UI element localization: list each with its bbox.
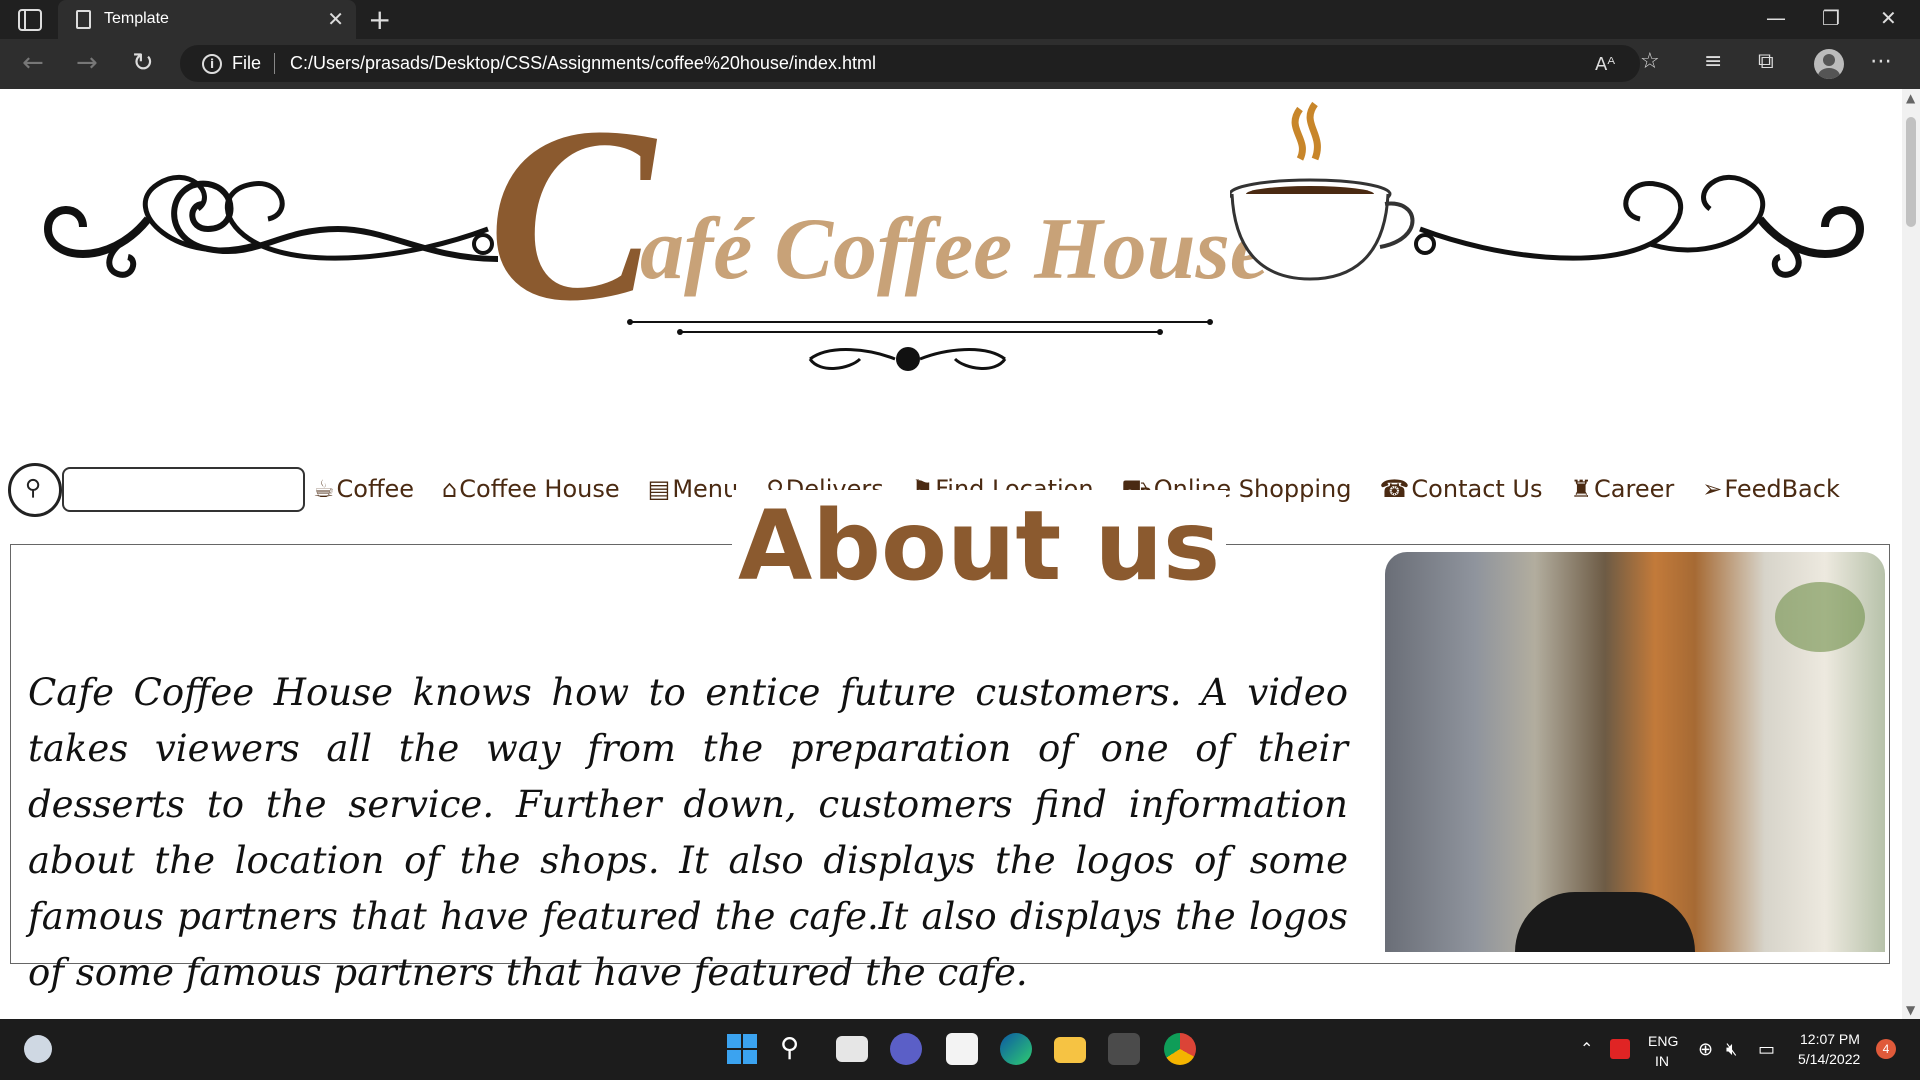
nav-label: Coffee House: [459, 475, 620, 503]
image-cup-shape: [1515, 892, 1695, 952]
file-explorer-icon[interactable]: [1054, 1037, 1086, 1063]
contact-card-icon: ☎: [1379, 475, 1410, 503]
browser-toolbar: ← → ↻ i File C:/Users/prasads/Desktop/CS…: [0, 39, 1920, 89]
tab-title: Template: [104, 10, 169, 27]
region-indicator[interactable]: IN: [1655, 1053, 1669, 1069]
url-text[interactable]: C:/Users/prasads/Desktop/CSS/Assignments…: [290, 53, 876, 74]
right-flourish-icon: [1414, 174, 1865, 278]
address-prefix: File: [232, 53, 262, 73]
image-plant-blur: [1775, 582, 1865, 652]
collections-icon[interactable]: ⧉: [1758, 49, 1774, 74]
page-viewport: C afé Coffee House ⚲ ☕ Coffee ⌂ Coffee H…: [0, 89, 1902, 1019]
logo-divider-icon: [627, 319, 1213, 371]
about-title: About us: [732, 490, 1227, 602]
chat-icon[interactable]: [890, 1033, 922, 1065]
store-app-icon[interactable]: [946, 1033, 978, 1065]
clipboard-icon: ▤: [647, 475, 671, 503]
address-bar[interactable]: i File C:/Users/prasads/Desktop/CSS/Assi…: [180, 45, 1640, 82]
tab-close-icon[interactable]: ✕: [327, 7, 344, 31]
profile-icon[interactable]: [1814, 49, 1844, 79]
store-icon: ⌂: [442, 475, 458, 503]
restore-button[interactable]: ❐: [1822, 6, 1840, 30]
tab-actions-icon[interactable]: [18, 9, 42, 31]
paper-plane-icon: ➢: [1702, 475, 1723, 503]
scroll-thumb[interactable]: [1906, 117, 1916, 227]
browser-tab[interactable]: Template ✕: [58, 0, 356, 39]
favorites-icon[interactable]: ≡: [1704, 49, 1722, 74]
windows-taskbar: ⚲ ⌃ ENG IN ⊕ 🔇︎ ▭ 12:07 PM 5/14/2022 4: [0, 1019, 1920, 1080]
coffee-cup-icon: [1230, 101, 1415, 281]
sublime-text-icon[interactable]: [1108, 1033, 1140, 1065]
start-icon[interactable]: [726, 1033, 758, 1065]
nav-label: Coffee: [336, 475, 415, 503]
network-icon[interactable]: ⊕: [1698, 1039, 1713, 1060]
page-icon: [76, 10, 91, 29]
scroll-down-icon[interactable]: ▼: [1906, 1003, 1915, 1017]
search-button[interactable]: ⚲: [8, 463, 62, 517]
logo-text: afé Coffee House: [640, 201, 1269, 298]
nav-item-coffee[interactable]: ☕ Coffee: [313, 475, 414, 503]
language-indicator[interactable]: ENG: [1648, 1033, 1678, 1049]
search-input[interactable]: [62, 467, 305, 512]
task-view-icon[interactable]: [836, 1036, 868, 1062]
nav-label: Menu: [672, 475, 739, 503]
nav-item-contact-us[interactable]: ☎ Contact Us: [1380, 475, 1543, 503]
volume-muted-icon[interactable]: 🔇︎: [1726, 1039, 1737, 1060]
chrome-icon[interactable]: [1164, 1033, 1196, 1065]
show-hidden-icons-icon[interactable]: ⌃: [1580, 1039, 1593, 1059]
tie-icon: ♜: [1570, 475, 1593, 503]
read-aloud-icon[interactable]: Aᴬ: [1595, 54, 1615, 75]
edge-icon[interactable]: [1000, 1033, 1032, 1065]
nav-item-career[interactable]: ♜ Career: [1571, 475, 1675, 503]
nav-label: Career: [1594, 475, 1675, 503]
more-icon[interactable]: ⋯: [1870, 49, 1892, 74]
page-scrollbar[interactable]: ▲ ▼: [1902, 89, 1920, 1019]
nav-item-menu[interactable]: ▤ Menu: [648, 475, 739, 503]
nav-label: FeedBack: [1724, 475, 1840, 503]
site-info-icon[interactable]: i: [202, 54, 222, 74]
battery-icon[interactable]: ▭: [1758, 1039, 1775, 1060]
nav-item-coffee-house[interactable]: ⌂ Coffee House: [442, 475, 620, 503]
browser-tab-bar: Template ✕ + — ❐ ✕: [0, 0, 1920, 39]
search-taskbar-icon[interactable]: ⚲: [780, 1033, 812, 1065]
weather-icon[interactable]: [24, 1035, 52, 1063]
close-window-button[interactable]: ✕: [1880, 6, 1897, 30]
nav-label: Contact Us: [1411, 475, 1543, 503]
back-icon[interactable]: ←: [22, 48, 44, 78]
clock-date[interactable]: 5/14/2022: [1798, 1051, 1860, 1067]
amd-icon[interactable]: [1610, 1039, 1630, 1059]
nav-item-feedback[interactable]: ➢ FeedBack: [1702, 475, 1840, 503]
about-text: Cafe Coffee House knows how to entice fu…: [28, 671, 1348, 994]
clock-time[interactable]: 12:07 PM: [1800, 1031, 1860, 1047]
minimize-button[interactable]: —: [1766, 6, 1786, 30]
forward-icon[interactable]: →: [76, 48, 98, 78]
about-image: [1385, 552, 1885, 952]
new-tab-button[interactable]: +: [368, 3, 391, 36]
address-separator: [274, 53, 275, 74]
refresh-icon[interactable]: ↻: [132, 48, 154, 78]
left-flourish-icon: [43, 174, 499, 278]
add-favorite-icon[interactable]: ☆: [1640, 49, 1660, 74]
cafe-logo: C afé Coffee House: [0, 89, 1902, 389]
scroll-up-icon[interactable]: ▲: [1906, 91, 1915, 105]
notification-badge[interactable]: 4: [1876, 1039, 1896, 1059]
search-icon: ⚲: [25, 476, 42, 501]
coffee-mug-icon: ☕: [313, 475, 335, 503]
